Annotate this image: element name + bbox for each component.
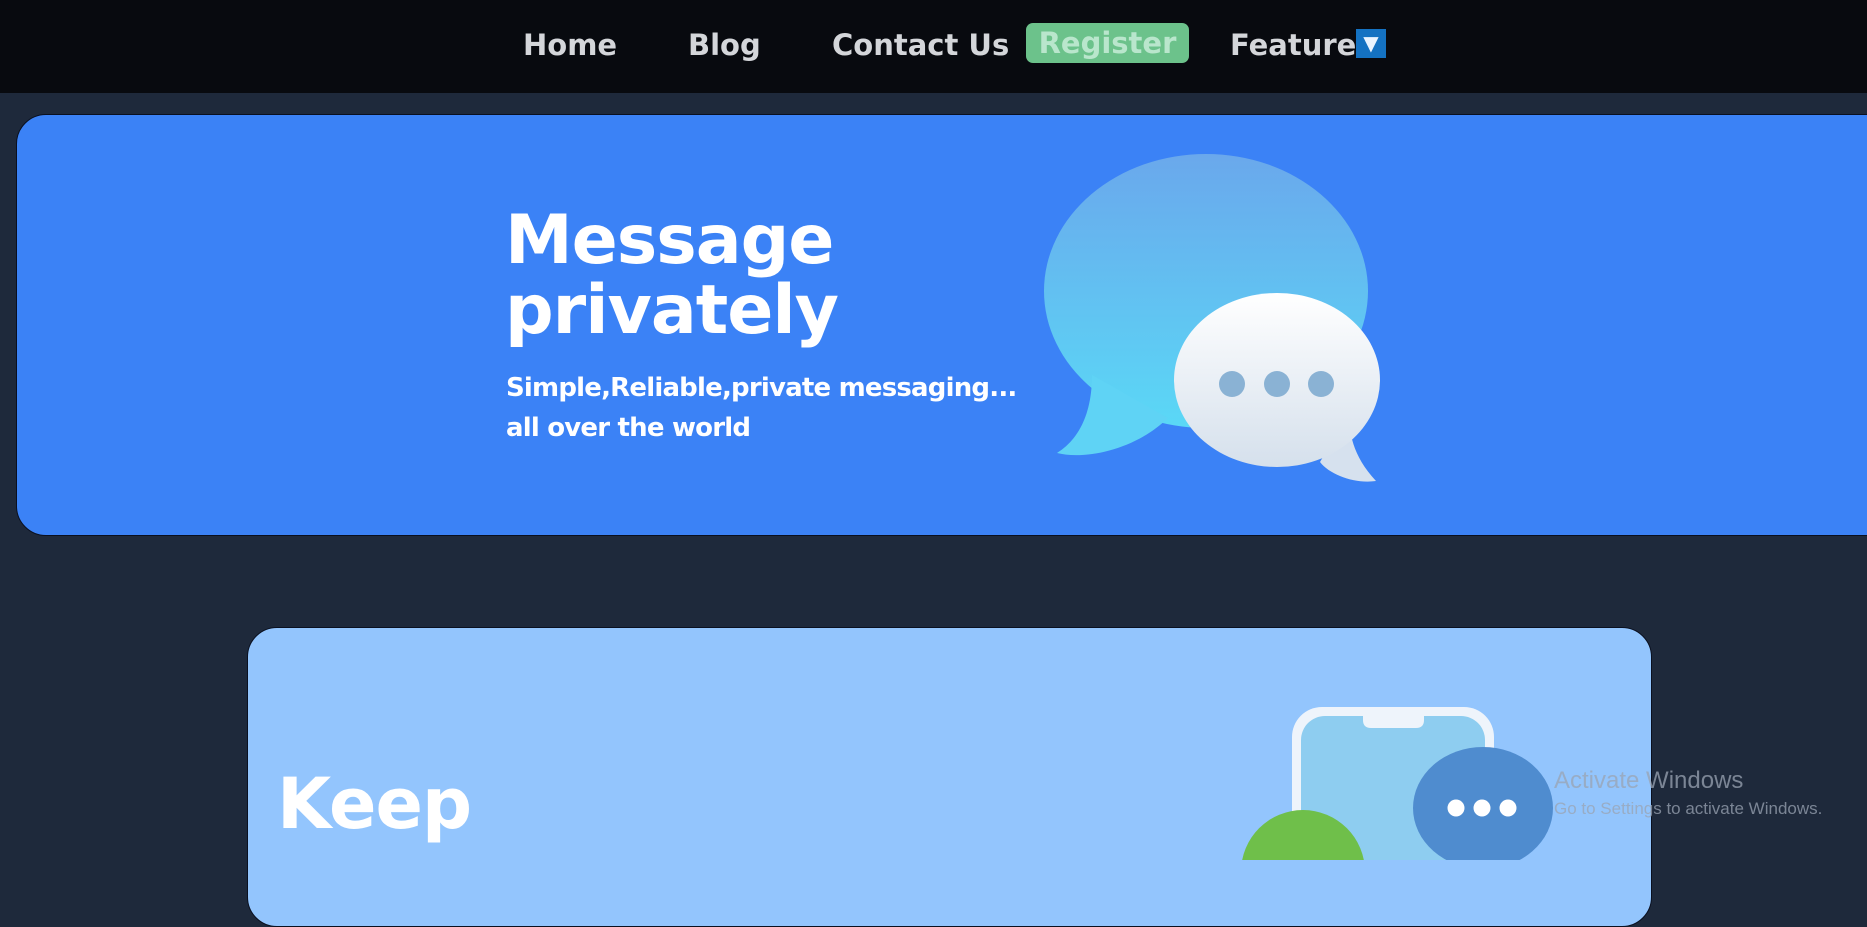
nav-blog-link[interactable]: Blog: [688, 0, 761, 90]
top-navbar: Home Blog Contact Us Register Features ▼: [0, 0, 1867, 93]
nav-home-link[interactable]: Home: [523, 0, 617, 90]
feature-title: Keep: [277, 763, 472, 845]
features-dropdown-icon[interactable]: ▼: [1356, 29, 1386, 58]
hero-title: Message privately: [505, 201, 839, 350]
chat-bubbles-icon: [1044, 154, 1380, 482]
nav-features-link[interactable]: Features: [1230, 0, 1374, 90]
hero-subtitle: Simple,Reliable,private messaging... all…: [506, 373, 1017, 443]
register-button[interactable]: Register: [1026, 23, 1189, 63]
nav-contact-us-link[interactable]: Contact Us: [832, 0, 1009, 90]
phone-chat-icon: [1242, 707, 1553, 860]
hero-card: [16, 114, 1867, 536]
